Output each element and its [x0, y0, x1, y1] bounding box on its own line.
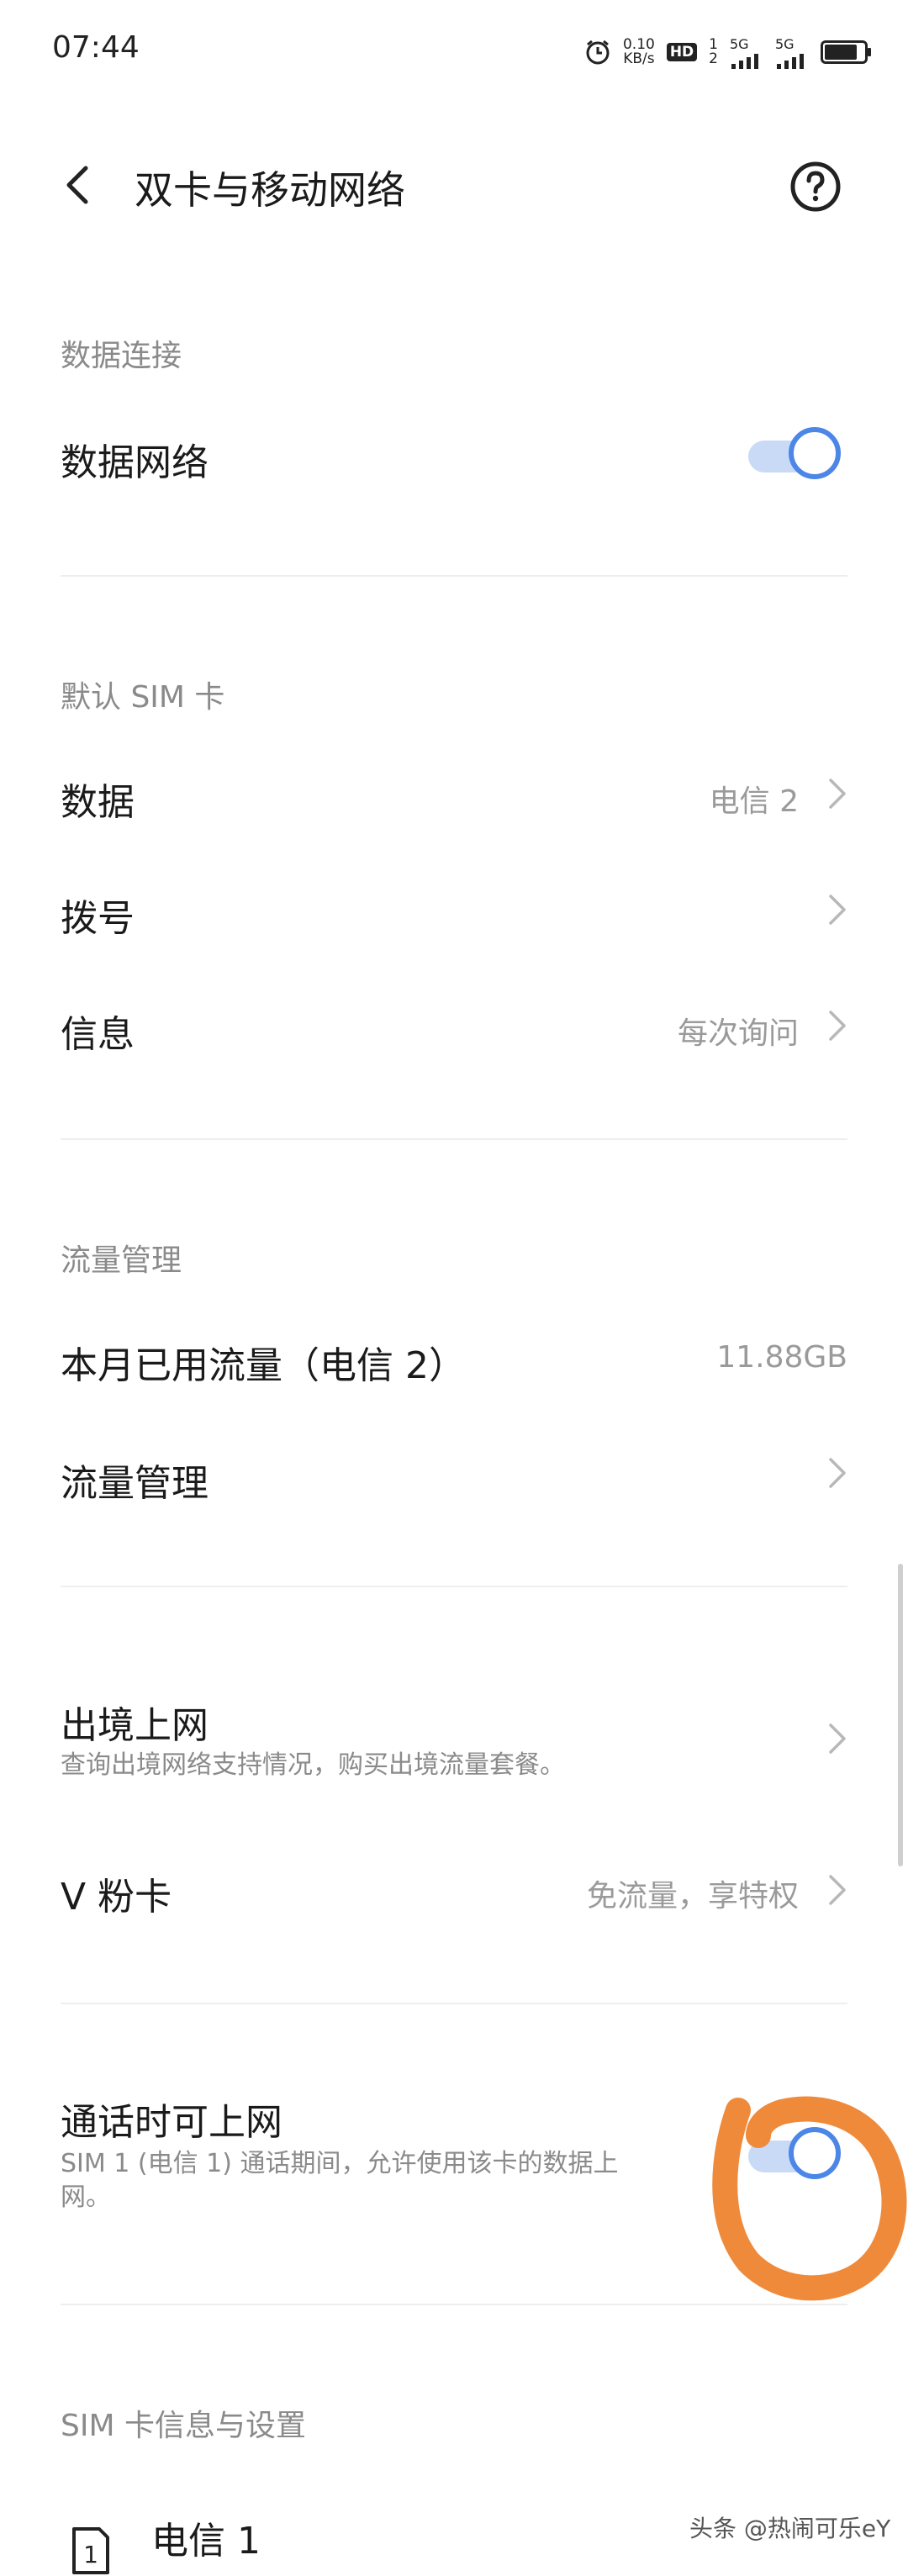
- call-data-subtitle-2: 网。: [61, 2183, 111, 2212]
- default-call-label: 拨号: [61, 897, 135, 940]
- signal-bars-icon: [731, 53, 758, 69]
- traffic-manage-label: 流量管理: [61, 1462, 209, 1505]
- section-traffic: 流量管理: [61, 1243, 182, 1278]
- sim-slot-number: 1: [83, 2541, 98, 2568]
- roaming-subtitle: 查询出境网络支持情况，购买出境流量套餐。: [61, 1750, 565, 1780]
- hd-badge: HD: [666, 43, 698, 61]
- default-data-label: 数据: [61, 781, 135, 824]
- roaming-title: 出境上网: [61, 1704, 209, 1747]
- alarm-icon: [586, 40, 610, 65]
- call-data-title: 通话时可上网: [61, 2101, 282, 2144]
- scrollbar[interactable]: [898, 1564, 903, 1866]
- watermark: 头条 @热闹可乐eY: [689, 2515, 891, 2542]
- traffic-used-value: 11.88GB: [716, 1340, 847, 1375]
- page-title: 双卡与移动网络: [135, 167, 405, 213]
- section-sim-info: SIM 卡信息与设置: [61, 2409, 306, 2443]
- default-sms-label: 信息: [61, 1013, 135, 1056]
- call-data-subtitle-1: SIM 1 (电信 1) 通话期间，允许使用该卡的数据上: [61, 2149, 619, 2178]
- divider: [61, 2304, 847, 2305]
- help-icon[interactable]: [789, 160, 842, 214]
- chevron-right-icon: [829, 1723, 846, 1754]
- divider: [61, 1138, 847, 1140]
- toggle-knob: [789, 427, 841, 479]
- net-speed: 0.10 KB/s: [622, 36, 655, 67]
- section-default-sim: 默认 SIM 卡: [61, 680, 225, 715]
- divider: [61, 2003, 847, 2004]
- chevron-right-icon: [829, 1011, 846, 1041]
- back-arrow-icon[interactable]: [61, 165, 94, 205]
- chevron-right-icon: [829, 779, 846, 809]
- chevron-right-icon: [829, 1875, 846, 1905]
- default-data-value: 电信 2: [709, 784, 799, 819]
- traffic-used-label: 本月已用流量（电信 2）: [61, 1344, 466, 1387]
- vfan-card-label: V 粉卡: [61, 1876, 172, 1919]
- annotation-circle: [712, 2096, 907, 2301]
- sim-index: 1 2: [709, 36, 718, 67]
- divider: [61, 575, 847, 577]
- vfan-card-value: 免流量，享特权: [586, 1879, 799, 1914]
- mobile-data-toggle[interactable]: [748, 427, 847, 486]
- signal-bars-icon: [777, 53, 804, 69]
- section-data-connection: 数据连接: [61, 339, 182, 373]
- signal-2: 5G: [775, 36, 809, 69]
- default-sms-value: 每次询问: [677, 1016, 799, 1051]
- mobile-data-label: 数据网络: [61, 441, 209, 484]
- battery-icon: [821, 40, 871, 64]
- divider: [61, 1586, 847, 1587]
- status-time: 07:44: [52, 30, 140, 65]
- sim-card-icon: 1: [72, 2527, 109, 2574]
- status-icons: 0.10 KB/s HD 1 2 5G 5G: [584, 34, 871, 71]
- sim1-label: 电信 1: [151, 2520, 261, 2563]
- signal-1: 5G: [730, 36, 763, 69]
- chevron-right-icon: [829, 895, 846, 925]
- chevron-right-icon: [829, 1458, 846, 1488]
